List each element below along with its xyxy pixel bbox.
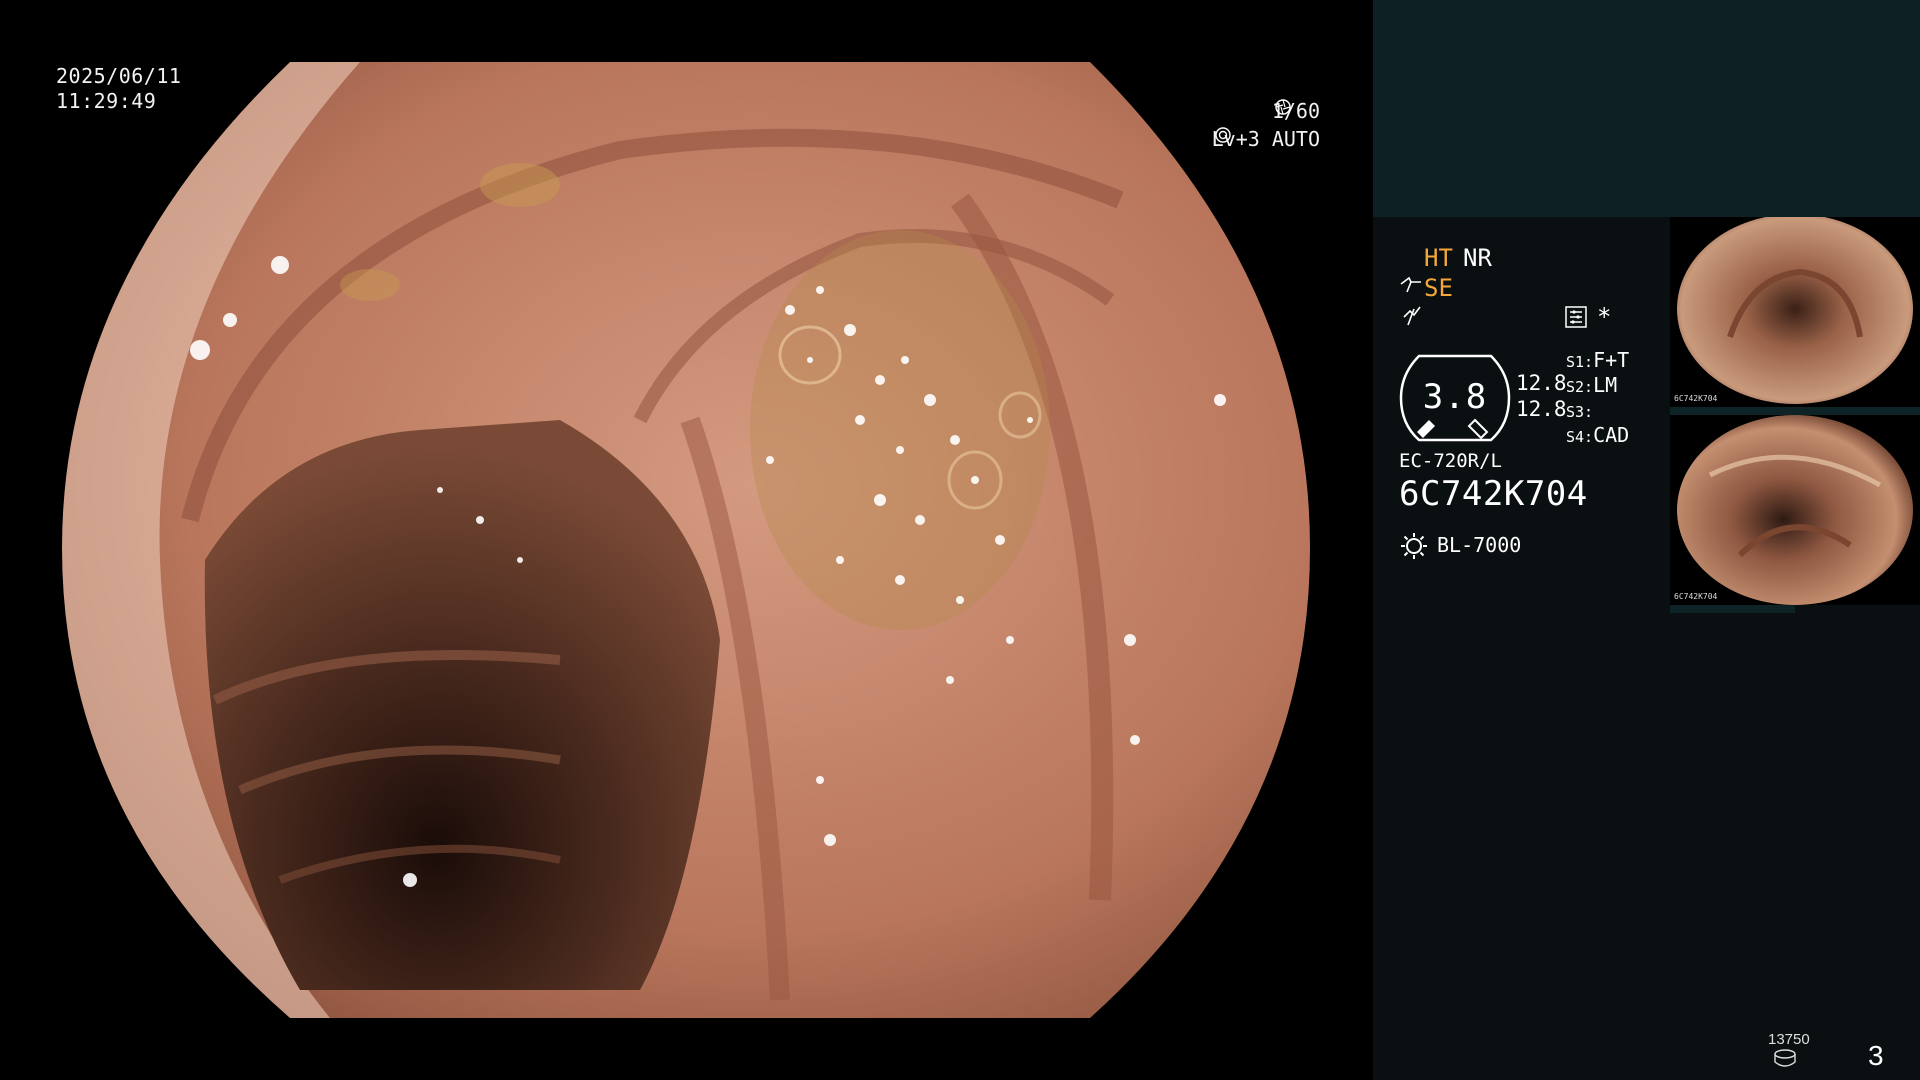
iris-icon [1214,127,1231,143]
endoscope-image [62,62,1310,1018]
gauge-value: 3.8 [1422,377,1488,417]
shutter-speed: 1/60 [1272,99,1320,123]
light-source-icon [1401,533,1427,559]
panel-header-area [1373,0,1920,217]
value-upper: 12.8 [1516,371,1567,395]
thumbnail-1-bar [1670,407,1920,415]
disk-icon [1774,1049,1796,1067]
setting-s3-key: S3: [1566,403,1594,421]
setting-s2-value: LM [1593,373,1618,397]
page-number: 3 [1868,1040,1884,1071]
nr-indicator: NR [1463,244,1492,272]
thumbnail-1-label: 6C742K704 [1674,394,1718,403]
image-counter: 13750 [1768,1031,1810,1048]
aperture-icon [1275,99,1291,115]
scope-serial: 6C742K704 [1399,474,1588,514]
thumbnail-2[interactable]: 6C742K704 [1670,415,1920,605]
menu-list-icon [1565,306,1587,328]
thumbnail-2-label: 6C742K704 [1674,592,1718,601]
thumbnail-1[interactable]: 6C742K704 [1670,217,1920,407]
star-indicator: * [1597,303,1612,331]
setting-s2-key: S2: [1566,378,1594,396]
setting-s1-value: F+T [1593,348,1630,372]
scope-se-icon [1400,276,1421,293]
setting-s4-value: CAD [1593,423,1630,447]
se-indicator: SE [1424,274,1453,302]
zap-icon [1403,306,1421,326]
thumbnail-1-image [1677,217,1913,404]
setting-s1: S1:F+T [1566,348,1629,372]
setting-s2: S2:LM [1566,373,1617,397]
ht-indicator: HT [1424,244,1453,272]
light-source-model: BL-7000 [1437,533,1522,557]
endoscope-view: 2025/06/11 11:29:49 1/60 Lv+3 AUTO [0,0,1372,1080]
thumbnail-2-image [1677,415,1913,605]
exposure-level: Lv+3 AUTO [1212,127,1320,151]
setting-s3: S3: [1566,398,1593,422]
scope-model: EC-720R/L [1399,450,1502,472]
thumbnail-2-bar [1670,605,1795,613]
setting-s4: S4:CAD [1566,423,1629,447]
capture-time: 11:29:49 [56,89,157,113]
value-lower: 12.8 [1516,397,1567,421]
capture-date: 2025/06/11 [56,64,182,88]
setting-s1-key: S1: [1566,353,1594,371]
setting-s4-key: S4: [1566,428,1594,446]
